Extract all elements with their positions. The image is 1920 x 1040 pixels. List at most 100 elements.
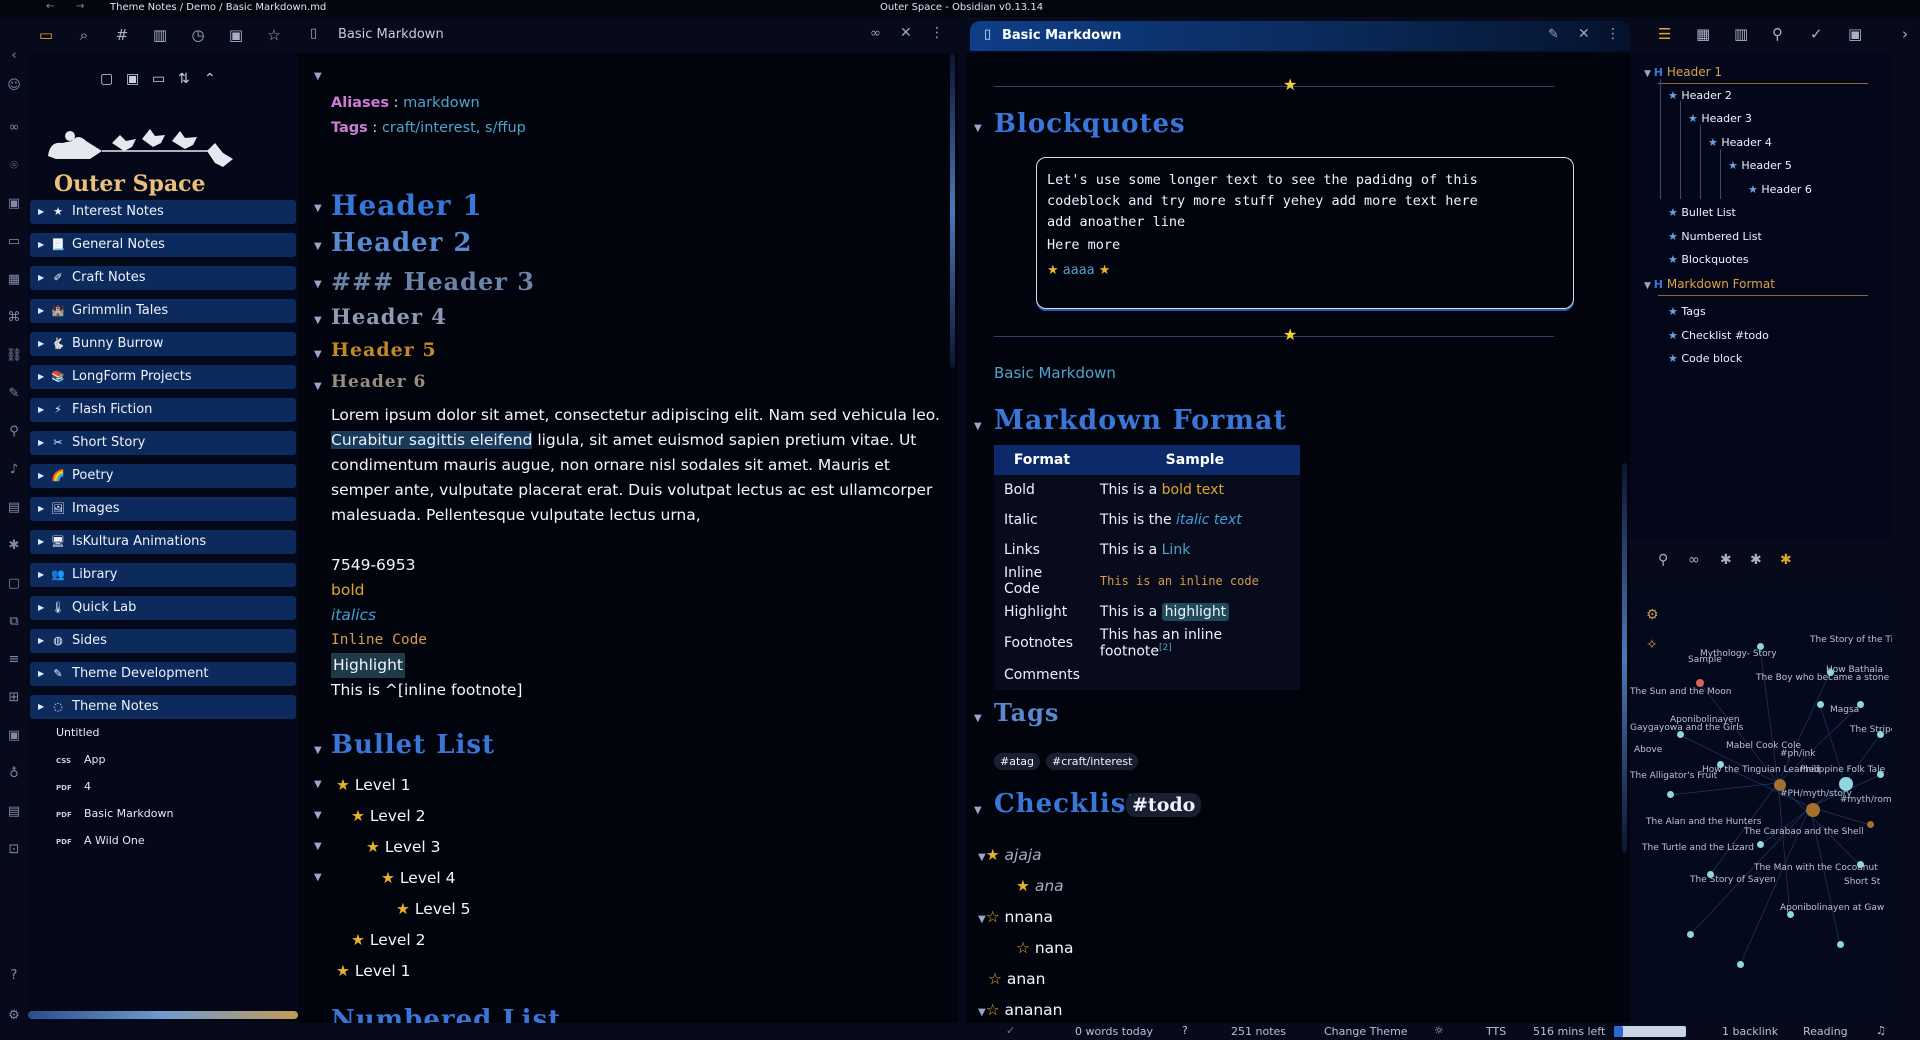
forward-arrow-icon[interactable]: →: [76, 1, 84, 12]
frontmatter-fold-icon[interactable]: ▼: [314, 71, 322, 82]
checklist-item[interactable]: ▼☆ ananan: [978, 998, 1063, 1025]
chevron-right-icon[interactable]: ▶: [38, 563, 44, 587]
tag-pill[interactable]: #atag: [994, 753, 1040, 770]
link-icon[interactable]: ∞: [5, 119, 23, 137]
graph-node[interactable]: [1757, 841, 1764, 848]
close-icon[interactable]: ✕: [900, 25, 912, 41]
aliases-value[interactable]: markdown: [403, 95, 480, 111]
pin-icon[interactable]: ⌾: [5, 157, 23, 175]
tts[interactable]: TTS: [1486, 1025, 1506, 1038]
folder-item[interactable]: ▶ 🌈 Poetry: [30, 464, 296, 488]
chain-icon[interactable]: ⛓: [5, 347, 23, 365]
new-note-icon[interactable]: ▢: [100, 71, 113, 87]
chevron-right-icon[interactable]: ▶: [38, 662, 44, 686]
more-options-icon[interactable]: ⋮: [1606, 26, 1620, 42]
folder-item[interactable]: ▶ 🐇 Bunny Burrow: [30, 332, 296, 356]
outline-item[interactable]: ★ Numbered List: [1668, 230, 1762, 243]
folder-item[interactable]: ▶ ⚡ Flash Fiction: [30, 398, 296, 422]
chevron-right-icon[interactable]: ▶: [38, 233, 44, 257]
graph-node[interactable]: [1737, 961, 1744, 968]
h2-fold-icon[interactable]: ▼: [314, 241, 322, 252]
collapse-right-icon[interactable]: ›: [1902, 25, 1908, 43]
change-theme[interactable]: Change Theme: [1324, 1025, 1408, 1038]
slider-icon[interactable]: ▭: [5, 233, 23, 251]
chevron-right-icon[interactable]: ▶: [38, 398, 44, 422]
checkbox-star-icon[interactable]: ☆: [986, 908, 1005, 926]
chevron-right-icon[interactable]: ▶: [38, 332, 44, 356]
outline-item[interactable]: ★ Header 5: [1728, 159, 1792, 172]
graph-node[interactable]: [1667, 791, 1674, 798]
bullet-fold-icon[interactable]: ▼: [314, 745, 322, 756]
help-icon[interactable]: ?: [5, 967, 23, 985]
folder-item[interactable]: ▶ ✂ Short Story: [30, 431, 296, 455]
bullet-fold-icon[interactable]: ▼: [314, 779, 322, 790]
outline-item[interactable]: ★ Bullet List: [1668, 206, 1736, 219]
file-item[interactable]: PDF A Wild One: [56, 834, 145, 847]
chevron-right-icon[interactable]: ▶: [38, 365, 44, 389]
table-icon[interactable]: ▤: [5, 803, 23, 821]
graph-magic-icon[interactable]: ✧: [1646, 637, 1658, 653]
bullet-fold-icon[interactable]: ▼: [314, 872, 322, 883]
book-icon[interactable]: ▥: [150, 25, 170, 45]
format-fold-icon[interactable]: ▼: [974, 421, 982, 432]
smile-icon[interactable]: ☺: [5, 77, 23, 95]
outline-item[interactable]: ★ Header 2: [1668, 89, 1732, 102]
checkbox-star-icon[interactable]: ☆: [988, 970, 1007, 988]
checklist-item[interactable]: ★ ana: [1006, 874, 1064, 899]
check-icon[interactable]: ✓: [1810, 25, 1823, 43]
star-icon[interactable]: ☆: [264, 25, 284, 45]
graph-link-icon[interactable]: ∞: [1688, 552, 1700, 568]
graph-node[interactable]: [1806, 803, 1820, 817]
code-link[interactable]: aaaa: [1063, 263, 1095, 278]
calendar-icon[interactable]: ▦: [5, 271, 23, 289]
grid-icon[interactable]: ⊞: [5, 689, 23, 707]
checklist-item[interactable]: ▼☆ nnana: [978, 905, 1053, 932]
folder-item[interactable]: ▶ ✎ Theme Development: [30, 662, 296, 686]
run-icon[interactable]: ⚲: [5, 423, 23, 441]
h4-fold-icon[interactable]: ▼: [314, 315, 322, 326]
graph-node[interactable]: [1817, 701, 1824, 708]
collapse-all-icon[interactable]: ⌃: [204, 71, 216, 87]
outline-item[interactable]: ★ Tags: [1668, 305, 1706, 318]
hashtag-icon[interactable]: #: [112, 25, 132, 45]
graph-node[interactable]: [1837, 941, 1844, 948]
folder-item[interactable]: ▶ 🏰 Grimmlin Tales: [30, 299, 296, 323]
edit-mode-icon[interactable]: ✎: [1548, 27, 1559, 42]
chevron-right-icon[interactable]: ▶: [38, 497, 44, 521]
outline-item[interactable]: ★ Code block: [1668, 352, 1742, 365]
tags-fold-icon[interactable]: ▼: [974, 713, 982, 724]
copy-icon[interactable]: ⧉: [5, 613, 23, 631]
stack-icon[interactable]: ≡: [5, 651, 23, 669]
local-graph-icon[interactable]: ⚲: [1658, 552, 1668, 568]
graph-view[interactable]: Mythology- StoryThe Story of the TigerSa…: [1630, 585, 1892, 1023]
outline-fold-icon[interactable]: ▼: [1644, 69, 1654, 79]
doc-icon[interactable]: ▤: [5, 499, 23, 517]
graph-nodes-icon[interactable]: ✱: [1720, 552, 1732, 568]
checklist-fold-icon[interactable]: ▼: [974, 805, 982, 816]
outline-item[interactable]: ▼ H Markdown Format: [1644, 277, 1775, 291]
checkbox-star-icon[interactable]: ★: [986, 846, 1005, 864]
file-item[interactable]: Untitled: [56, 726, 100, 739]
file-item[interactable]: CSS App: [56, 753, 106, 766]
daily-note-icon[interactable]: ▢: [5, 575, 23, 593]
folder-item[interactable]: ▶ 🌡 Quick Lab: [30, 596, 296, 620]
chevron-right-icon[interactable]: ▶: [38, 431, 44, 455]
basic-markdown-link[interactable]: Basic Markdown: [994, 364, 1116, 382]
edit-icon[interactable]: ✎: [5, 385, 23, 403]
calendar-check-icon[interactable]: ▣: [1848, 25, 1862, 43]
h3-fold-icon[interactable]: ▼: [314, 279, 322, 290]
speaker-icon[interactable]: ♪: [5, 461, 23, 479]
layers-icon[interactable]: ▣: [5, 195, 23, 213]
file-item[interactable]: PDF Basic Markdown: [56, 807, 173, 820]
checklist-fold-icon[interactable]: ▼: [978, 1007, 986, 1018]
new-folder-icon[interactable]: ▭: [152, 71, 165, 87]
graph-nodes-icon[interactable]: ✱: [1750, 552, 1762, 568]
pane1-title[interactable]: Basic Markdown: [338, 27, 444, 42]
reading-mode-icon[interactable]: ∞: [870, 26, 881, 41]
graph-active-icon[interactable]: ✱: [1780, 552, 1792, 568]
chevron-right-icon[interactable]: ▶: [38, 266, 44, 290]
checklist-item[interactable]: ☆ nana: [1006, 936, 1073, 961]
h6-fold-icon[interactable]: ▼: [314, 381, 322, 392]
bullet-fold-icon[interactable]: ▼: [314, 810, 322, 821]
h5-fold-icon[interactable]: ▼: [314, 349, 322, 360]
